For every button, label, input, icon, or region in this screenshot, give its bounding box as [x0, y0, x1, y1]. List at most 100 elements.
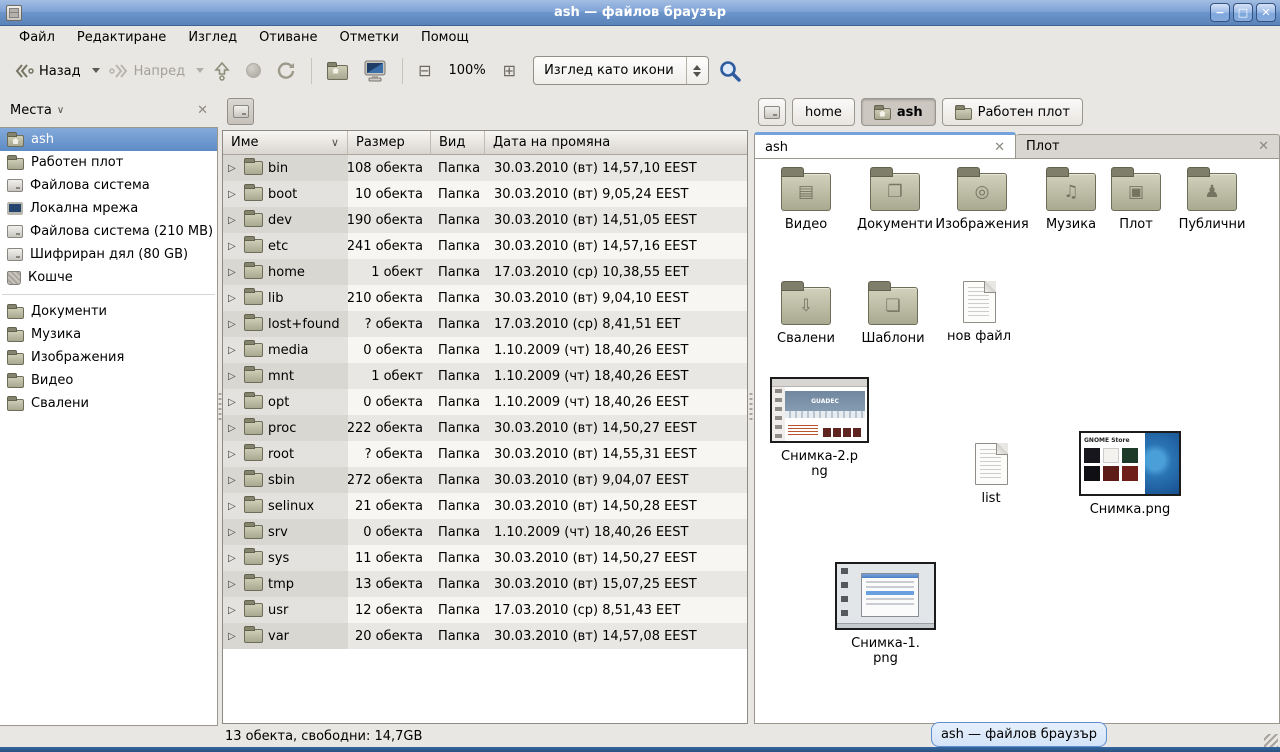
path-ash-button[interactable]: ash: [861, 98, 936, 126]
iconview-item-new-file[interactable]: нов файл: [937, 281, 1021, 344]
path-root-button[interactable]: [227, 98, 254, 125]
path-desktop-button[interactable]: Работен плот: [942, 98, 1083, 126]
expander-icon[interactable]: ▷: [228, 267, 239, 278]
table-row[interactable]: ▷dev190 обектаПапка30.03.2010 (вт) 14,51…: [223, 207, 747, 233]
sidebar-item-filesystem-210mb[interactable]: Файлова система (210 MB): [0, 220, 217, 243]
menu-file[interactable]: Файл: [8, 28, 66, 47]
sidebar-item-video[interactable]: Видео: [0, 369, 217, 392]
table-row[interactable]: ▷bin108 обектаПапка30.03.2010 (вт) 14,57…: [223, 155, 747, 181]
sidebar-item-trash[interactable]: Кошче: [0, 266, 217, 289]
zoom-out-button[interactable]: ⊟: [412, 56, 437, 85]
path-home-button[interactable]: home: [792, 98, 855, 126]
menu-help[interactable]: Помощ: [410, 28, 480, 47]
table-row[interactable]: ▷selinux21 обектаПапка30.03.2010 (вт) 14…: [223, 493, 747, 519]
sidebar-item-ash[interactable]: ash: [0, 128, 217, 151]
expander-icon[interactable]: ▷: [228, 423, 239, 434]
column-header-type[interactable]: Вид: [431, 131, 485, 155]
table-row[interactable]: ▷srv0 обектаПапка1.10.2009 (чт) 18,40,26…: [223, 519, 747, 545]
sidebar-item-music[interactable]: Музика: [0, 323, 217, 346]
expander-icon[interactable]: ▷: [228, 345, 239, 356]
table-row[interactable]: ▷boot10 обектаПапка30.03.2010 (вт) 9,05,…: [223, 181, 747, 207]
forward-button[interactable]: Напред: [103, 58, 191, 84]
close-button[interactable]: ✕: [1256, 3, 1276, 22]
minimize-button[interactable]: −: [1210, 3, 1230, 22]
iconview-item-desktop[interactable]: ▣ Плот: [1101, 173, 1171, 232]
sidebar-item-desktop[interactable]: Работен плот: [0, 151, 217, 174]
menu-view[interactable]: Изглед: [177, 28, 248, 47]
expander-icon[interactable]: ▷: [228, 293, 239, 304]
tab-plot[interactable]: Плот ✕: [1016, 134, 1280, 159]
reload-button[interactable]: [270, 56, 302, 86]
search-button[interactable]: [712, 54, 748, 88]
sidebar-item-filesystem[interactable]: Файлова система: [0, 174, 217, 197]
iconview-item-snimka-2[interactable]: GUADEC Снимка-2.png: [769, 377, 870, 479]
expander-icon[interactable]: ▷: [228, 241, 239, 252]
computer-button[interactable]: [357, 55, 393, 87]
table-row[interactable]: ▷lost+found? обектаПапка17.03.2010 (ср) …: [223, 311, 747, 337]
view-mode-select[interactable]: Изглед като икони: [533, 56, 709, 85]
iconview-item-snimka[interactable]: GNOME Store Снимка.png: [1077, 431, 1183, 517]
table-row[interactable]: ▷media0 обектаПапка1.10.2009 (чт) 18,40,…: [223, 337, 747, 363]
tab-close-icon[interactable]: ✕: [994, 140, 1005, 155]
table-row[interactable]: ▷proc222 обектаПапка30.03.2010 (вт) 14,5…: [223, 415, 747, 441]
expander-icon[interactable]: ▷: [228, 397, 239, 408]
expander-icon[interactable]: ▷: [228, 579, 239, 590]
menu-bookmarks[interactable]: Отметки: [328, 28, 409, 47]
back-history-dropdown[interactable]: [92, 68, 100, 73]
expander-icon[interactable]: ▷: [228, 631, 239, 642]
table-row[interactable]: ▷home1 обектПапка17.03.2010 (ср) 10,38,5…: [223, 259, 747, 285]
expander-icon[interactable]: ▷: [228, 449, 239, 460]
expander-icon[interactable]: ▷: [228, 319, 239, 330]
expander-icon[interactable]: ▷: [228, 163, 239, 174]
places-dropdown-icon[interactable]: ∨: [57, 105, 64, 116]
back-button[interactable]: Назад: [8, 58, 87, 84]
iconview-item-downloads[interactable]: ⇩ Свалени: [763, 287, 849, 346]
up-button[interactable]: [207, 56, 237, 86]
table-row[interactable]: ▷lib210 обектаПапка30.03.2010 (вт) 9,04,…: [223, 285, 747, 311]
view-mode-stepper[interactable]: [686, 57, 708, 84]
table-row[interactable]: ▷root? обектаПапка30.03.2010 (вт) 14,55,…: [223, 441, 747, 467]
stop-button[interactable]: [240, 58, 267, 83]
table-row[interactable]: ▷sys11 обектаПапка30.03.2010 (вт) 14,50,…: [223, 545, 747, 571]
table-row[interactable]: ▷opt0 обектаПапка1.10.2009 (чт) 18,40,26…: [223, 389, 747, 415]
iconview-item-pictures[interactable]: ◎ Изображения: [935, 173, 1029, 232]
table-row[interactable]: ▷tmp13 обектаПапка30.03.2010 (вт) 15,07,…: [223, 571, 747, 597]
menu-edit[interactable]: Редактиране: [66, 28, 177, 47]
home-button[interactable]: [321, 57, 354, 85]
column-header-name[interactable]: Име∨: [223, 131, 348, 155]
expander-icon[interactable]: ▷: [228, 189, 239, 200]
sidebar-item-downloads[interactable]: Свалени: [0, 392, 217, 415]
expander-icon[interactable]: ▷: [228, 501, 239, 512]
column-header-size[interactable]: Размер: [348, 131, 431, 155]
sidebar-item-pictures[interactable]: Изображения: [0, 346, 217, 369]
column-header-date[interactable]: Дата на промяна: [485, 131, 747, 155]
sidebar-item-documents[interactable]: Документи: [0, 300, 217, 323]
table-row[interactable]: ▷usr12 обектаПапка17.03.2010 (ср) 8,51,4…: [223, 597, 747, 623]
maximize-button[interactable]: □: [1233, 3, 1253, 22]
table-row[interactable]: ▷sbin272 обектаПапка30.03.2010 (вт) 9,04…: [223, 467, 747, 493]
sidebar-item-network[interactable]: Локална мрежа: [0, 197, 217, 220]
tab-ash[interactable]: ash ✕: [754, 132, 1016, 159]
expander-icon[interactable]: ▷: [228, 605, 239, 616]
table-row[interactable]: ▷var20 обектаПапка30.03.2010 (вт) 14,57,…: [223, 623, 747, 649]
iconview-item-snimka-1[interactable]: Снимка-1.png: [834, 562, 937, 666]
iconview-item-video[interactable]: ▤ Видео: [765, 173, 847, 232]
iconview-item-list[interactable]: list: [959, 443, 1023, 506]
iconview-item-documents[interactable]: ❐ Документи: [847, 173, 943, 232]
tab-close-icon[interactable]: ✕: [1258, 139, 1269, 154]
table-row[interactable]: ▷etc241 обектаПапка30.03.2010 (вт) 14,57…: [223, 233, 747, 259]
forward-history-dropdown[interactable]: [196, 68, 204, 73]
expander-icon[interactable]: ▷: [228, 527, 239, 538]
zoom-in-button[interactable]: ⊞: [497, 56, 522, 85]
expander-icon[interactable]: ▷: [228, 215, 239, 226]
expander-icon[interactable]: ▷: [228, 553, 239, 564]
menu-go[interactable]: Отиване: [248, 28, 328, 47]
expander-icon[interactable]: ▷: [228, 475, 239, 486]
table-row[interactable]: ▷mnt1 обектПапка1.10.2009 (чт) 18,40,26 …: [223, 363, 747, 389]
iconview-item-public[interactable]: ♟ Публични: [1167, 173, 1257, 232]
resize-grip[interactable]: [1264, 734, 1278, 748]
iconview-item-templates[interactable]: ❏ Шаблони: [851, 287, 935, 346]
expander-icon[interactable]: ▷: [228, 371, 239, 382]
sidebar-item-encrypted-80gb[interactable]: Шифриран дял (80 GB): [0, 243, 217, 266]
path-root-button[interactable]: [758, 98, 786, 126]
